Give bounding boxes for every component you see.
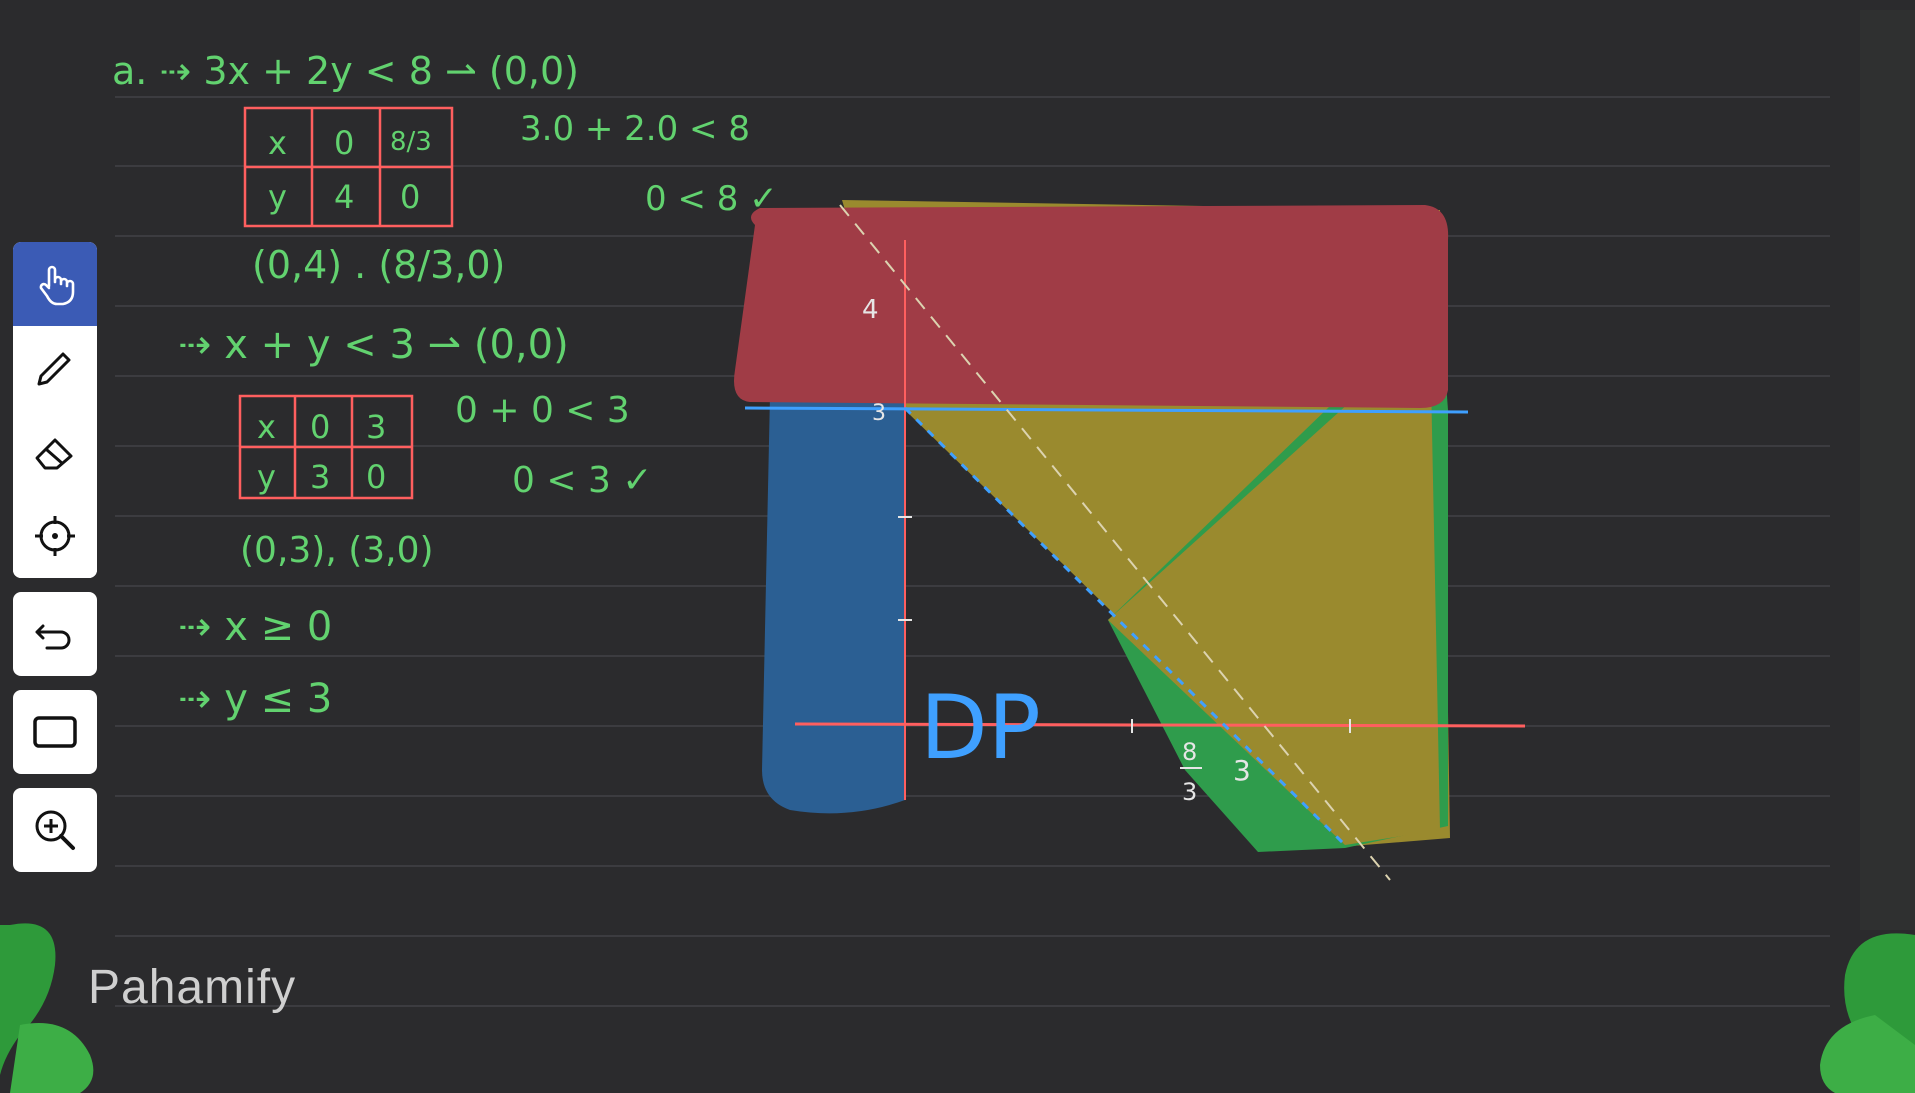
table-1: x y 0 8/3 4 0 (243, 106, 454, 228)
tick-label-3: 3 (872, 401, 886, 426)
table-1-cell: 0 (400, 178, 420, 216)
table-2-cell: 3 (366, 408, 386, 446)
points-1: (0,4) . (8/3,0) (252, 243, 505, 287)
x-axis (794, 722, 1526, 728)
rectangle-icon (33, 716, 77, 748)
note-line-2: ⇢ x + y < 3 ⇀ (0,0) (178, 322, 569, 368)
note-line-4: ⇢ y ≤ 3 (178, 676, 332, 722)
table-1-cell: 0 (334, 124, 354, 162)
note-line-1: a. ⇢ 3x + 2y < 8 ⇀ (0,0) (112, 49, 579, 93)
table-2: x y 0 3 3 0 (238, 394, 414, 500)
hand-pointer-icon (39, 265, 75, 306)
eraser-tool-button[interactable] (13, 410, 97, 494)
drawing-toolbar (13, 242, 97, 886)
red-region (734, 205, 1449, 408)
shape-tool-button[interactable] (13, 690, 97, 774)
note-line-3: ⇢ x ≥ 0 (178, 604, 332, 650)
check-2b: 0 < 3 ✓ (512, 460, 652, 501)
zoom-in-button[interactable] (13, 788, 97, 872)
tick-label-8: 8 (1182, 738, 1197, 766)
check-2a: 0 + 0 < 3 (455, 390, 630, 431)
tool-group-drawing (13, 242, 97, 578)
table-2-y-label: y (257, 458, 276, 496)
blue-region (762, 395, 905, 814)
eraser-icon (35, 438, 73, 470)
feasible-region-label: DP (920, 676, 1041, 779)
table-1-cell: 8/3 (390, 127, 432, 157)
whiteboard-canvas[interactable]: 4 3 8 3 3 DP a. ⇢ 3x + 2y < 8 ⇀ (0,0) x … (0, 0, 1915, 1093)
tick-label-over-3: 3 (1182, 778, 1197, 806)
points-2: (0,3), (3,0) (240, 530, 434, 571)
table-1-y-label: y (268, 178, 287, 216)
table-1-cell: 4 (334, 178, 354, 216)
pen-tool-button[interactable] (13, 326, 97, 410)
laser-tool-button[interactable] (13, 494, 97, 578)
pen-icon (37, 352, 71, 386)
undo-icon (35, 624, 71, 650)
leaf-decoration-right (1820, 933, 1915, 1093)
right-margin-strip (1860, 10, 1915, 930)
table-2-x-label: x (257, 408, 276, 446)
brand-watermark: Pahamify (88, 961, 297, 1014)
zoom-in-icon (35, 810, 75, 850)
hand-tool-button[interactable] (13, 242, 97, 326)
table-1-x-label: x (268, 124, 287, 162)
table-2-cell: 0 (366, 458, 386, 496)
undo-button[interactable] (13, 592, 97, 676)
table-2-cell: 3 (310, 458, 330, 496)
table-2-cell: 0 (310, 408, 330, 446)
check-1a: 3.0 + 2.0 < 8 (520, 109, 750, 149)
check-1b: 0 < 8 ✓ (645, 179, 778, 219)
tick-label-3-x: 3 (1233, 754, 1251, 787)
tick-label-4: 4 (862, 295, 879, 325)
laser-pointer-icon (35, 516, 75, 556)
